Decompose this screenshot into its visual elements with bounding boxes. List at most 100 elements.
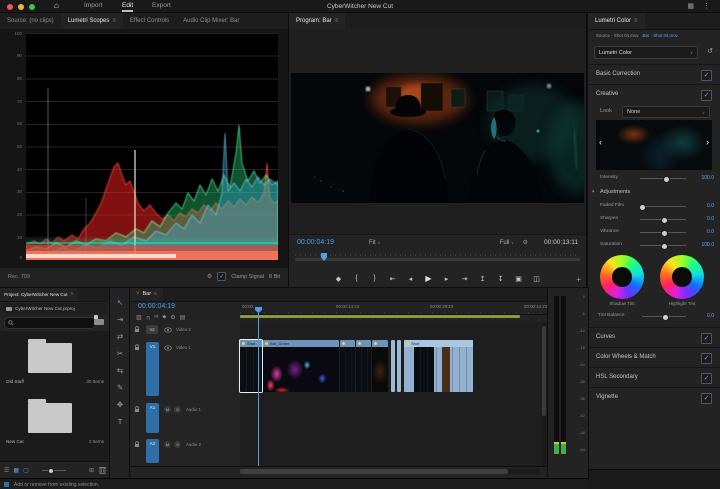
tab-audio-clip-mixer[interactable]: Audio Clip Mixer: Bar xyxy=(176,13,246,29)
timeline-ruler[interactable]: 00:00 00:00:14:23 00:00:29:23 00:00:44:2… xyxy=(240,301,548,315)
sharpen-value[interactable]: 0.0 xyxy=(688,216,714,222)
list-view-icon[interactable]: ☰ xyxy=(4,467,9,474)
step-back-button[interactable]: ◂ xyxy=(404,272,417,285)
bin-new-cut-icon[interactable] xyxy=(28,403,72,433)
close-icon[interactable]: × xyxy=(136,291,140,297)
panel-menu-icon[interactable]: ≡ xyxy=(71,291,74,297)
tint-balance-slider[interactable] xyxy=(642,316,686,317)
program-position-timecode[interactable]: 00:00:04:19 xyxy=(297,239,334,246)
bin-old-stuff-name[interactable]: Old Stuff xyxy=(6,379,24,384)
look-dropdown[interactable]: None ∨ xyxy=(622,106,710,118)
clip-sliver-2[interactable] xyxy=(397,340,401,392)
mark-in-button[interactable]: { xyxy=(350,272,363,285)
lumetri-source-label[interactable]: Source · Shot 04.mov xyxy=(596,33,638,43)
section-vignette[interactable]: Vignette ✓ xyxy=(588,391,720,405)
track-a2-lane[interactable] xyxy=(240,436,548,467)
razor-tool[interactable]: ✂ xyxy=(110,345,130,362)
export-frame-button[interactable]: ▣ xyxy=(512,272,525,285)
project-search-box[interactable] xyxy=(4,317,96,329)
freeform-view-icon[interactable]: ▢ xyxy=(23,467,29,474)
close-window-button[interactable] xyxy=(7,4,13,10)
tab-timeline-bar[interactable]: × Bar ≡ xyxy=(130,288,163,302)
slider-knob[interactable] xyxy=(639,204,646,211)
reset-effect-icon[interactable]: ↺ xyxy=(707,47,713,55)
minimize-window-button[interactable] xyxy=(18,4,24,10)
trash-icon[interactable] xyxy=(99,466,106,474)
timeline-v-scrollbar[interactable] xyxy=(542,322,546,466)
track-v2-lane[interactable] xyxy=(240,322,548,339)
lock-icon[interactable] xyxy=(134,406,140,413)
clip-dark-1[interactable] xyxy=(340,340,355,392)
timeline-settings-icon[interactable]: ⚙ xyxy=(170,314,175,321)
track-a1-lane[interactable] xyxy=(240,400,548,437)
tab-lumetri-scopes[interactable]: Lumetri Scopes≡ xyxy=(61,13,123,30)
ripple-edit-tool[interactable]: ⇄ xyxy=(110,328,130,345)
bin-new-cut-name[interactable]: New Cut xyxy=(6,439,24,444)
panel-menu-icon[interactable]: ≡ xyxy=(112,18,116,24)
go-to-out-button[interactable]: ⇥ xyxy=(458,272,471,285)
slider-knob[interactable] xyxy=(661,230,668,237)
slip-tool[interactable]: ⇆ xyxy=(110,362,130,379)
lumetri-clip-label[interactable]: Bar · Shot 04.mov xyxy=(642,33,677,43)
slider-knob[interactable] xyxy=(661,243,668,250)
bit-depth-value[interactable]: 8 Bit xyxy=(269,274,280,280)
faded-film-slider[interactable] xyxy=(640,206,686,207)
project-path-row[interactable]: CyberWitcher New Cut.prproj xyxy=(3,303,107,314)
mark-out-button[interactable]: } xyxy=(368,272,381,285)
timeline-playhead[interactable] xyxy=(258,307,259,466)
linked-selection-icon[interactable]: ∞ xyxy=(154,314,158,320)
lock-icon[interactable] xyxy=(134,441,140,448)
section-hsl-secondary[interactable]: HSL Secondary ✓ xyxy=(588,371,720,385)
snap-icon[interactable]: ∪ xyxy=(146,314,150,321)
color-wheels-checkbox[interactable]: ✓ xyxy=(701,353,712,364)
play-button[interactable]: ▶ xyxy=(422,272,435,285)
highlight-tint-wheel[interactable] xyxy=(660,255,704,299)
saturation-value[interactable]: 100.0 xyxy=(688,242,714,248)
faded-film-value[interactable]: 0.0 xyxy=(688,203,714,209)
vibrance-slider[interactable] xyxy=(640,232,686,233)
effect-dropdown[interactable]: Lumetri Color ∨ xyxy=(594,46,698,59)
clip-sliver-1[interactable] xyxy=(391,340,395,392)
adjustments-header[interactable]: ▾ Adjustments xyxy=(588,187,720,198)
timeline-position-timecode[interactable]: 00:00:04:19 xyxy=(138,303,175,310)
go-to-in-button[interactable]: ⇤ xyxy=(386,272,399,285)
section-basic-correction[interactable]: Basic Correction ✓ xyxy=(588,68,720,82)
scope-settings-icon[interactable]: ⚙ xyxy=(207,273,212,280)
next-look-icon[interactable]: › xyxy=(706,137,709,147)
lock-icon[interactable] xyxy=(134,326,140,333)
pen-tool[interactable]: ✎ xyxy=(110,379,130,396)
panel-menu-icon[interactable]: ≡ xyxy=(634,18,638,24)
track-v1-lane[interactable]: Shot Bar_Drone Shot xyxy=(240,338,548,401)
program-settings-icon[interactable]: ⚙ xyxy=(523,239,528,246)
insert-overwrite-icon[interactable]: ▥ xyxy=(136,314,142,321)
selection-tool[interactable]: ↖ xyxy=(110,294,130,311)
shadow-tint-wheel[interactable] xyxy=(600,255,644,299)
captions-icon[interactable]: ▤ xyxy=(180,314,186,321)
nav-import[interactable]: Import xyxy=(84,2,102,10)
add-marker-button[interactable]: ◆ xyxy=(332,272,345,285)
toggle-track-output-icon[interactable] xyxy=(164,345,172,351)
extract-button[interactable]: ↧ xyxy=(494,272,507,285)
curves-checkbox[interactable]: ✓ xyxy=(701,333,712,344)
lock-icon[interactable] xyxy=(134,344,140,351)
button-editor-button[interactable]: + xyxy=(576,275,581,284)
timeline-h-scrollbar[interactable] xyxy=(240,469,540,474)
hsl-secondary-checkbox[interactable]: ✓ xyxy=(701,373,712,384)
fit-dropdown[interactable]: Fit ∨ xyxy=(369,240,380,246)
scrollbar-thumb[interactable] xyxy=(542,326,546,416)
bin-old-stuff-icon[interactable] xyxy=(28,343,72,373)
sharpen-slider[interactable] xyxy=(640,219,686,220)
track-v1-target[interactable]: V1 xyxy=(146,342,159,396)
saturation-slider[interactable] xyxy=(640,245,686,246)
tab-lumetri-color[interactable]: Lumetri Color≡ xyxy=(588,13,645,30)
toggle-track-output-icon[interactable] xyxy=(164,327,172,333)
new-bin-quick-icon[interactable] xyxy=(94,319,104,325)
mute-button[interactable]: M xyxy=(164,406,171,413)
tab-effect-controls[interactable]: Effect Controls xyxy=(123,13,176,29)
program-video-frame[interactable] xyxy=(291,73,584,203)
panel-menu-icon[interactable]: ≡ xyxy=(335,18,339,24)
solo-button[interactable]: S xyxy=(174,406,181,413)
panel-menu-icon[interactable]: ≡ xyxy=(154,291,157,297)
step-forward-button[interactable]: ▸ xyxy=(440,272,453,285)
nav-edit[interactable]: Edit xyxy=(122,2,133,12)
